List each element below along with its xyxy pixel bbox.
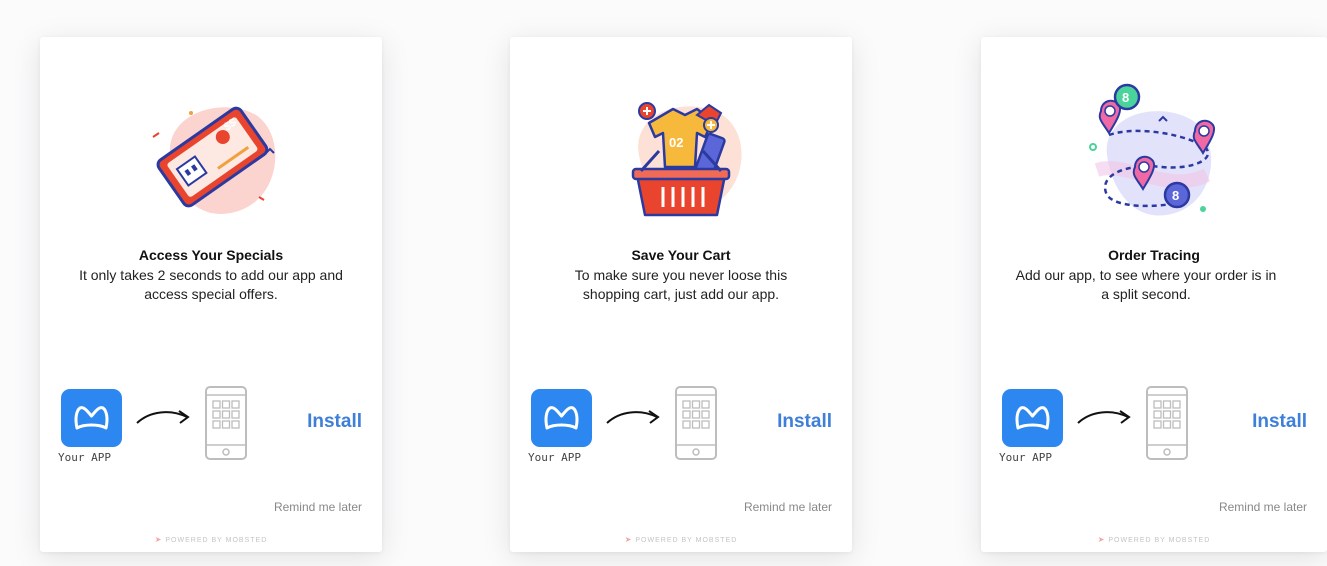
install-prompt-card-specials: $$ Access Your Specials It only takes 2 … <box>40 37 382 552</box>
install-button[interactable]: Install <box>1252 411 1307 433</box>
arrow-right-icon <box>606 410 660 424</box>
svg-text:02: 02 <box>669 135 683 150</box>
install-button[interactable]: Install <box>307 411 362 433</box>
powered-by-label: POWERED BY MOBSTED <box>165 537 268 544</box>
app-icon <box>531 389 592 447</box>
install-prompt-card-order-tracing: 8 8 Order Tracing Add our app, to see wh… <box>981 37 1327 552</box>
card-title: Order Tracing <box>1108 247 1200 263</box>
phone-homescreen-icon <box>205 386 247 460</box>
install-prompt-card-cart: 02 Save Your Cart To make sure you never… <box>510 37 852 552</box>
rocket-icon: ➤ <box>624 535 633 544</box>
powered-by-label: POWERED BY MOBSTED <box>635 537 738 544</box>
svg-text:8: 8 <box>1122 90 1129 105</box>
app-icon <box>61 389 122 447</box>
shopping-basket-icon: 02 <box>631 102 742 217</box>
card-title: Access Your Specials <box>138 247 284 263</box>
app-label: Your APP <box>528 451 581 464</box>
card-description: It only takes 2 seconds to add our app a… <box>79 267 343 302</box>
powered-by-footer: ➤ POWERED BY MOBSTED <box>981 535 1327 544</box>
card-description: To make sure you never loose this shoppi… <box>574 267 788 302</box>
powered-by-footer: ➤ POWERED BY MOBSTED <box>40 535 382 544</box>
arrow-right-icon <box>1077 410 1131 424</box>
rocket-icon: ➤ <box>154 535 163 544</box>
app-logo-icon <box>1015 406 1050 430</box>
phone-homescreen-icon <box>675 386 717 460</box>
powered-by-label: POWERED BY MOBSTED <box>1108 537 1211 544</box>
app-logo-icon <box>544 406 579 430</box>
ticket-coupon-icon: $$ <box>152 106 276 214</box>
rocket-icon: ➤ <box>1097 535 1106 544</box>
remind-me-later-link[interactable]: Remind me later <box>1219 500 1307 514</box>
app-icon <box>1002 389 1063 447</box>
arrow-right-icon <box>136 410 190 424</box>
powered-by-footer: ➤ POWERED BY MOBSTED <box>510 535 852 544</box>
card-description: Add our app, to see where your order is … <box>1015 267 1277 302</box>
app-label: Your APP <box>58 451 111 464</box>
remind-me-later-link[interactable]: Remind me later <box>744 500 832 514</box>
card-title: Save Your Cart <box>631 247 731 263</box>
map-route-pins-icon: 8 8 <box>1089 83 1215 216</box>
remind-me-later-link[interactable]: Remind me later <box>274 500 362 514</box>
app-label: Your APP <box>999 451 1052 464</box>
install-button[interactable]: Install <box>777 411 832 433</box>
app-logo-icon <box>74 406 109 430</box>
svg-text:8: 8 <box>1172 188 1179 203</box>
phone-homescreen-icon <box>1146 386 1188 460</box>
